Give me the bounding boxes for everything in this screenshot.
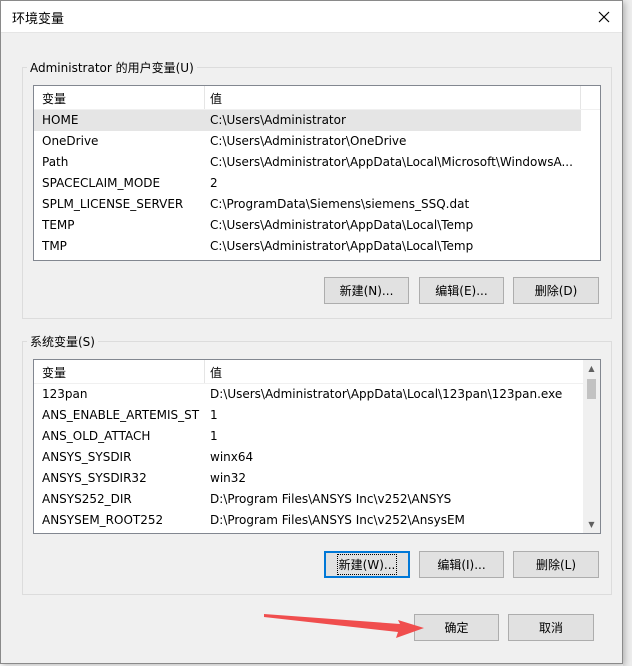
user-new-button[interactable]: 新建(N)...	[324, 277, 409, 304]
variable-name: ANS_OLD_ATTACH	[42, 429, 151, 443]
column-divider[interactable]	[580, 86, 581, 109]
variable-value: win32	[210, 471, 247, 485]
table-row[interactable]: SPLM_LICENSE_SERVER C:\ProgramData\Siemen…	[34, 194, 600, 215]
variable-name: SPACECLAIM_MODE	[42, 176, 161, 190]
table-row[interactable]: OneDrive C:\Users\Administrator\OneDrive	[34, 131, 600, 152]
variable-value: C:\Users\Administrator	[210, 113, 346, 127]
variable-name: ANSYS252_DIR	[42, 492, 132, 506]
environment-variables-dialog: 环境变量 Administrator 的用户变量(U) 变量 值 HOME C:\…	[0, 0, 623, 664]
background-window-edge	[623, 0, 632, 666]
table-row[interactable]: TEMP C:\Users\Administrator\AppData\Local…	[34, 215, 600, 236]
variable-value: C:\Users\Administrator\AppData\Local\Mic…	[210, 155, 573, 169]
variable-value: C:\Users\Administrator\AppData\Local\Tem…	[210, 218, 474, 232]
variable-value: C:\Users\Administrator\OneDrive	[210, 134, 407, 148]
list-header: 变量 值	[34, 86, 600, 110]
column-divider[interactable]	[204, 86, 205, 109]
vertical-scrollbar[interactable]: ▲ ▼	[583, 360, 600, 533]
column-header-value[interactable]: 值	[210, 364, 222, 381]
variable-name: 123pan	[42, 387, 88, 401]
variable-name: ANSYS_SYSDIR	[42, 450, 132, 464]
table-row[interactable]: ANSYS_SYSDIR32 win32	[34, 468, 600, 489]
variable-value: D:\Program Files\ANSYS Inc\v252\ANSYS	[210, 492, 452, 506]
title-bar: 环境变量	[1, 1, 622, 33]
user-variables-label: Administrator 的用户变量(U)	[27, 59, 197, 76]
scroll-thumb[interactable]	[587, 379, 596, 399]
table-row[interactable]: ANS_OLD_ATTACH 1	[34, 426, 600, 447]
variable-name: OneDrive	[42, 134, 99, 148]
variable-value: C:\Users\Administrator\AppData\Local\Tem…	[210, 239, 474, 253]
table-row[interactable]: ANS_ENABLE_ARTEMIS_ST 1	[34, 405, 600, 426]
window-title: 环境变量	[12, 12, 65, 27]
variable-name: ANSYS_SYSDIR32	[42, 471, 147, 485]
variable-name: TEMP	[42, 218, 75, 232]
table-row[interactable]: TMP C:\Users\Administrator\AppData\Local\…	[34, 236, 600, 257]
table-row[interactable]: SPACECLAIM_MODE 2	[34, 173, 600, 194]
variable-name: SPLM_LICENSE_SERVER	[42, 197, 184, 211]
column-header-variable[interactable]: 变量	[42, 364, 66, 381]
system-variables-label: 系统变量(S)	[27, 333, 98, 350]
system-delete-button[interactable]: 删除(L)	[513, 551, 599, 578]
variable-name: HOME	[42, 113, 79, 127]
variable-value: C:\ProgramData\Siemens\siemens_SSQ.dat	[210, 197, 470, 211]
table-row[interactable]: 123pan D:\Users\Administrator\AppData\Loc…	[34, 384, 600, 405]
close-button[interactable]	[586, 1, 622, 32]
scroll-down-arrow-icon[interactable]: ▼	[583, 516, 600, 533]
variable-value: 1	[210, 429, 218, 443]
cancel-button[interactable]: 取消	[508, 614, 594, 641]
system-variables-list[interactable]: 变量 值 123pan D:\Users\Administrator\AppDat…	[33, 359, 601, 534]
variable-value: D:\Program Files\ANSYS Inc\v252\AnsysEM	[210, 513, 465, 527]
column-header-value[interactable]: 值	[210, 90, 222, 107]
column-divider[interactable]	[204, 360, 205, 383]
column-header-variable[interactable]: 变量	[42, 90, 66, 107]
variable-name: Path	[42, 155, 69, 169]
variable-value: 2	[210, 176, 218, 190]
ok-button[interactable]: 确定	[414, 614, 499, 641]
close-icon	[598, 11, 610, 22]
user-variables-list[interactable]: 变量 值 HOME C:\Users\Administrator OneDrive C…	[33, 85, 601, 261]
table-row[interactable]: HOME C:\Users\Administrator	[34, 110, 581, 131]
variable-value: winx64	[210, 450, 254, 464]
table-row[interactable]: ANSYSEM_ROOT252 D:\Program Files\ANSYS In…	[34, 510, 600, 531]
system-edit-button[interactable]: 编辑(I)...	[419, 551, 504, 578]
table-row[interactable]: ANSYS_SYSDIR winx64	[34, 447, 600, 468]
variable-name: TMP	[42, 239, 67, 253]
user-edit-button[interactable]: 编辑(E)...	[419, 277, 504, 304]
table-row[interactable]: ANSYS252_DIR D:\Program Files\ANSYS Inc\v…	[34, 489, 600, 510]
variable-value: D:\Users\Administrator\AppData\Local\123…	[210, 387, 563, 401]
variable-name: ANSYSEM_ROOT252	[42, 513, 164, 527]
table-row[interactable]: Path C:\Users\Administrator\AppData\Local…	[34, 152, 600, 173]
system-new-button[interactable]: 新建(W)...	[324, 551, 410, 578]
scroll-up-arrow-icon[interactable]: ▲	[583, 360, 600, 377]
variable-name: ANS_ENABLE_ARTEMIS_ST	[42, 408, 200, 422]
list-header: 变量 值	[34, 360, 600, 384]
variable-value: 1	[210, 408, 218, 422]
user-delete-button[interactable]: 删除(D)	[513, 277, 599, 304]
